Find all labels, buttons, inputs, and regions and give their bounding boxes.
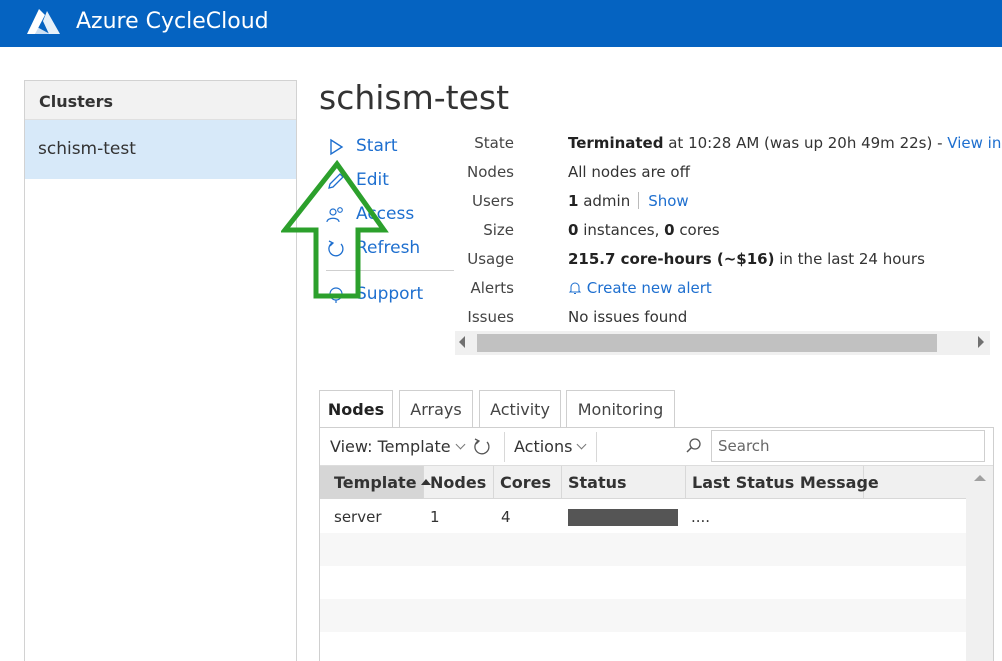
size-row: Size 0 instances, 0 cores xyxy=(455,221,1002,245)
usage-value: 215.7 core-hours (~$16) xyxy=(568,250,775,268)
app-title: Azure CycleCloud xyxy=(76,9,269,34)
support-icon xyxy=(329,287,343,303)
actions-label: Actions xyxy=(514,437,573,456)
start-label: Start xyxy=(356,136,398,156)
chevron-down-icon xyxy=(455,439,466,450)
info-horizontal-scrollbar[interactable] xyxy=(455,331,990,355)
nodes-value: All nodes are off xyxy=(568,163,690,181)
size-cores-label: cores xyxy=(674,221,720,239)
alerts-key: Alerts xyxy=(470,279,514,297)
tab-activity[interactable]: Activity xyxy=(479,390,561,428)
actions-divider xyxy=(326,270,454,271)
usage-key: Usage xyxy=(467,250,514,268)
bell-icon xyxy=(568,282,582,294)
size-key: Size xyxy=(483,221,514,239)
empty-row xyxy=(320,566,966,599)
toolbar-divider xyxy=(504,432,505,462)
scroll-left-icon[interactable] xyxy=(459,336,465,348)
state-key: State xyxy=(474,134,514,152)
state-value: Terminated xyxy=(568,134,664,152)
page-title: schism-test xyxy=(319,78,510,117)
tab-nodes[interactable]: Nodes xyxy=(319,390,393,429)
users-name: admin xyxy=(578,192,631,210)
chevron-down-icon xyxy=(577,439,587,450)
scroll-right-icon[interactable] xyxy=(978,336,984,348)
grid-toolbar: View: Template Actions xyxy=(320,428,993,466)
size-instances-label: instances, xyxy=(578,221,665,239)
tab-monitoring[interactable]: Monitoring xyxy=(566,390,675,428)
tab-arrays[interactable]: Arrays xyxy=(399,390,473,428)
empty-row xyxy=(320,599,966,632)
size-instances: 0 xyxy=(568,221,579,239)
sidebar-item-cluster[interactable]: schism-test xyxy=(25,120,296,179)
nodes-row: Nodes All nodes are off xyxy=(455,163,1002,187)
column-header-nodes[interactable]: Nodes xyxy=(424,466,494,499)
toolbar-divider xyxy=(596,432,597,462)
size-cores: 0 xyxy=(664,221,675,239)
actions-dropdown[interactable]: Actions xyxy=(514,437,587,456)
users-row: Users 1 admin Show xyxy=(455,192,1002,216)
usage-detail: in the last 24 hours xyxy=(774,250,925,268)
view-dropdown[interactable]: View: Template xyxy=(330,437,466,456)
edit-label: Edit xyxy=(356,170,389,190)
azure-logo-icon xyxy=(27,9,60,34)
refresh-icon xyxy=(328,240,344,257)
column-header-last-status-message[interactable]: Last Status Message xyxy=(686,466,879,499)
users-count: 1 xyxy=(568,192,579,210)
issues-key: Issues xyxy=(467,308,514,326)
empty-row xyxy=(320,632,966,661)
view-in-portal-link[interactable]: View in P xyxy=(947,134,1002,152)
top-bar: Azure CycleCloud xyxy=(0,0,1002,47)
state-row: State Terminated at 10:28 AM (was up 20h… xyxy=(455,134,1002,158)
empty-row xyxy=(320,533,966,566)
cell-cores: 4 xyxy=(501,508,511,526)
column-header-status[interactable]: Status xyxy=(562,466,686,499)
state-detail: at 10:28 AM (was up 20h 49m 22s) - xyxy=(663,134,948,152)
cell-nodes: 1 xyxy=(430,508,440,526)
users-divider xyxy=(638,192,640,209)
column-header-template[interactable]: Template xyxy=(320,466,431,499)
clusters-sidebar: Clusters schism-test xyxy=(24,80,297,661)
pencil-icon xyxy=(328,173,344,189)
support-label: Support xyxy=(356,284,424,304)
show-users-link[interactable]: Show xyxy=(648,192,688,210)
grid-refresh-icon[interactable] xyxy=(472,437,492,457)
column-label: Template xyxy=(334,473,417,492)
users-key: Users xyxy=(471,192,514,210)
refresh-label: Refresh xyxy=(356,238,421,258)
table-row[interactable]: server 1 4 .... xyxy=(320,500,966,533)
column-header-cores[interactable]: Cores xyxy=(494,466,562,499)
issues-value: No issues found xyxy=(568,308,688,326)
cell-template: server xyxy=(334,508,382,526)
issues-row: Issues No issues found xyxy=(455,308,1002,332)
nodes-grid: View: Template Actions Template Nodes Co… xyxy=(319,427,994,661)
grid-header: Template Nodes Cores Status Last Status … xyxy=(320,466,966,499)
search-input[interactable] xyxy=(711,430,985,462)
status-bar xyxy=(568,509,678,526)
nodes-key: Nodes xyxy=(467,163,514,181)
search-icon xyxy=(686,438,701,453)
play-icon xyxy=(330,138,344,156)
scroll-up-icon[interactable] xyxy=(974,475,986,481)
sidebar-header: Clusters xyxy=(25,81,296,120)
cell-last-status-message: .... xyxy=(691,508,711,526)
usage-row: Usage 215.7 core-hours (~$16) in the las… xyxy=(455,250,1002,274)
view-label: View: Template xyxy=(330,437,451,456)
grid-vertical-scrollbar[interactable] xyxy=(966,466,993,661)
alerts-row: Alerts Create new alert xyxy=(455,279,1002,303)
access-label: Access xyxy=(356,204,415,224)
scrollbar-thumb[interactable] xyxy=(477,334,937,352)
users-icon xyxy=(326,207,343,223)
create-alert-link[interactable]: Create new alert xyxy=(568,279,712,297)
create-alert-label: Create new alert xyxy=(586,279,712,297)
